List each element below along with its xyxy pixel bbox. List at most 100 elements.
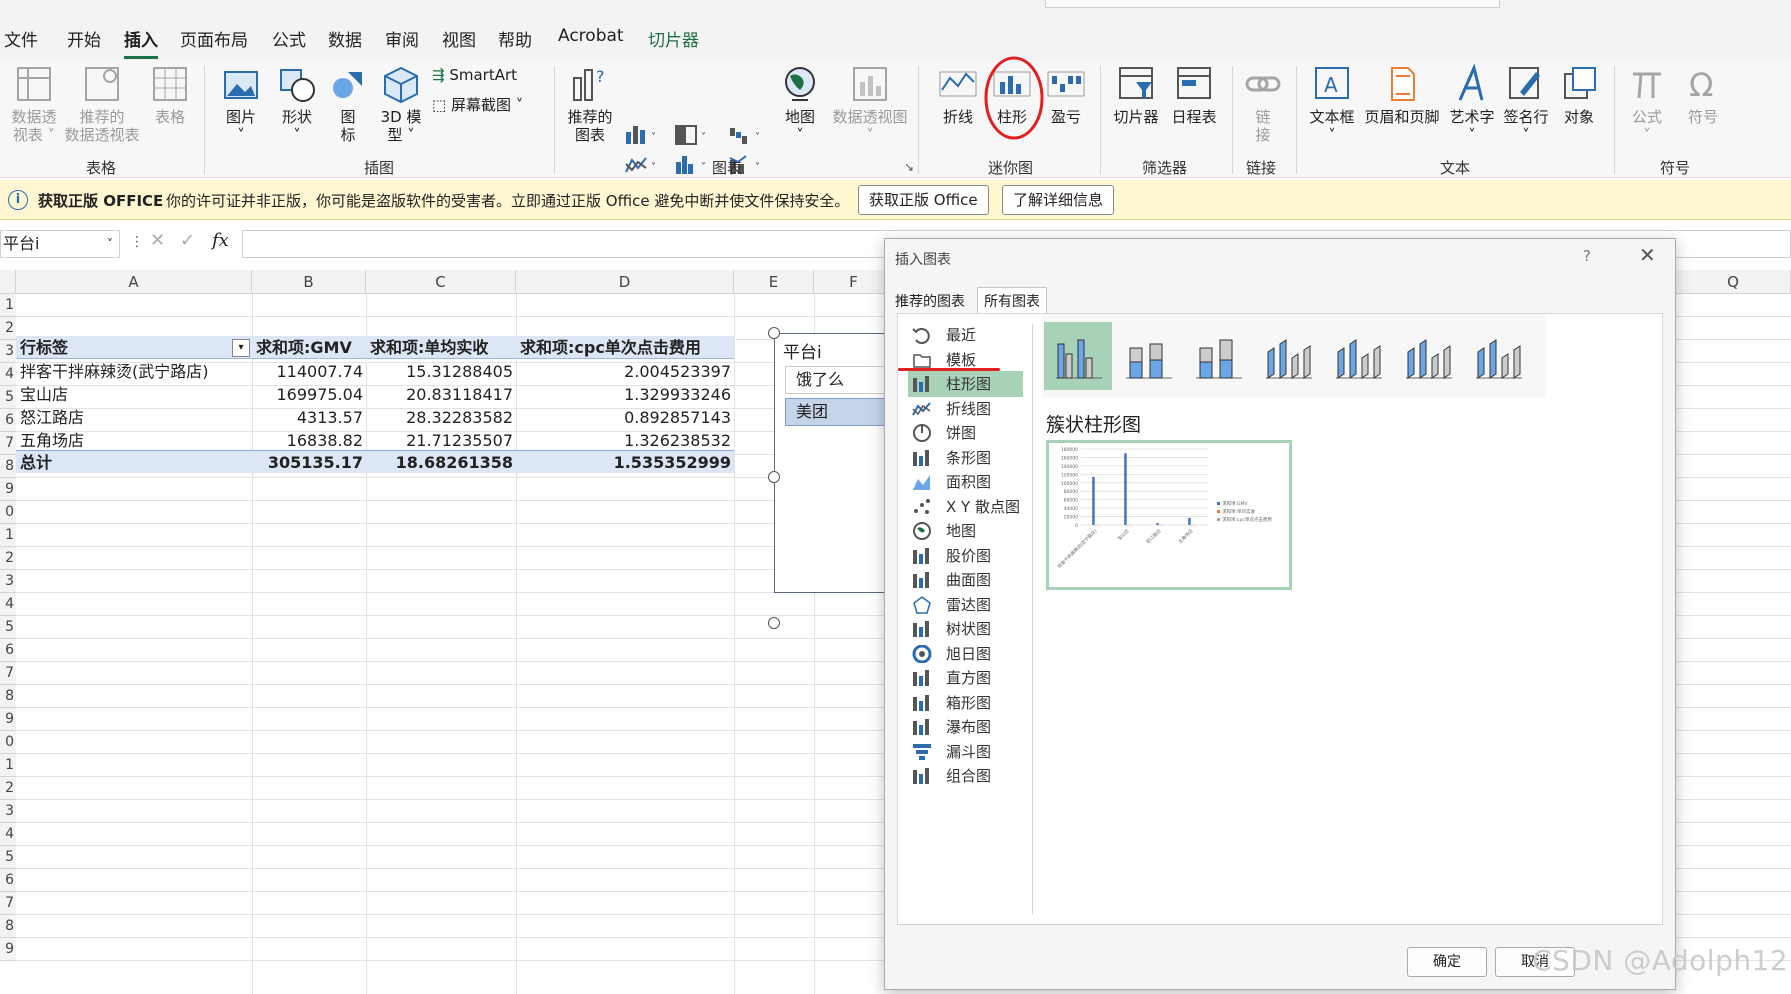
row-header[interactable]: 9 — [0, 938, 16, 961]
chart-category-item[interactable]: 树状图 — [908, 616, 1023, 642]
tab-page-layout[interactable]: 页面布局 — [180, 26, 248, 51]
close-icon[interactable]: ✕ — [1639, 243, 1656, 267]
row-header[interactable]: 8 — [0, 915, 16, 938]
subtype-3d-100-stacked-column-icon[interactable] — [1394, 322, 1462, 390]
resize-handle[interactable] — [768, 471, 780, 483]
column-header-q[interactable]: Q — [1676, 270, 1791, 294]
chevron-down-icon[interactable]: ˅ — [107, 231, 113, 257]
recommended-charts-button[interactable]: ? 推荐的图表 — [562, 64, 618, 144]
chart-category-item[interactable]: 饼图 — [908, 420, 1023, 446]
subtype-3d-clustered-column-icon[interactable] — [1254, 322, 1322, 390]
subtype-3d-stacked-column-icon[interactable] — [1324, 322, 1392, 390]
row-header[interactable]: 1 — [0, 754, 16, 777]
row-header[interactable]: 6 — [0, 409, 16, 432]
row-header[interactable]: 2 — [0, 317, 16, 340]
icons-button[interactable]: 图标 — [328, 64, 368, 144]
pivot-cell-gmv[interactable]: 4313.57 — [252, 406, 366, 429]
map-button[interactable]: 地图˅ — [776, 64, 824, 144]
pivot-cell-store[interactable]: 怒江路店 — [20, 406, 250, 429]
pivot-cell-cpc[interactable]: 2.004523397 — [516, 360, 734, 383]
tab-all-charts[interactable]: 所有图表 — [977, 287, 1047, 314]
column-header-c[interactable]: C — [366, 270, 516, 294]
symbol-button[interactable]: Ω 符号 — [1678, 64, 1728, 126]
pivot-cell-cpc[interactable]: 0.892857143 — [516, 406, 734, 429]
tab-formulas[interactable]: 公式 — [272, 26, 306, 51]
subtype-clustered-column-icon[interactable] — [1044, 322, 1112, 390]
equation-button[interactable]: 公式˅ — [1622, 64, 1672, 144]
row-header[interactable]: 0 — [0, 501, 16, 524]
chart-category-item[interactable]: 柱形图 — [908, 371, 1023, 397]
column-header-f[interactable]: F — [814, 270, 894, 294]
screenshot-button[interactable]: ⬚ 屏幕截图 ˅ — [432, 94, 523, 115]
pivot-cell-store[interactable]: 宝山店 — [20, 383, 250, 406]
chart-category-item[interactable]: 条形图 — [908, 445, 1023, 471]
hierarchy-chart-dropdown[interactable]: ˅ — [674, 124, 714, 150]
pivot-header-avg-revenue[interactable]: 求和项:单均实收 — [370, 336, 516, 359]
pivot-table-button[interactable]: 数据透视表 ˅ — [8, 64, 60, 144]
smartart-button[interactable]: ⇶ SmartArt — [432, 66, 517, 84]
column-header-d[interactable]: D — [516, 270, 734, 294]
object-button[interactable]: 对象 — [1556, 64, 1602, 126]
picture-button[interactable]: 图片˅ — [218, 64, 264, 144]
pivot-total-avg-revenue[interactable]: 18.68261358 — [366, 451, 516, 474]
row-header[interactable]: 7 — [0, 662, 16, 685]
filter-dropdown-icon[interactable]: ▾ — [232, 339, 250, 357]
pivot-cell-avg-revenue[interactable]: 28.32283582 — [366, 406, 516, 429]
chart-preview[interactable]: 1800001600001400001200001000008000060000… — [1046, 440, 1292, 590]
more-icon[interactable]: ⋮ — [130, 234, 144, 250]
column-chart-dropdown[interactable]: ˅ — [624, 124, 664, 150]
row-header[interactable]: 4 — [0, 823, 16, 846]
pivot-header-cpc[interactable]: 求和项:cpc单次点击费用 — [520, 336, 734, 359]
tab-review[interactable]: 审阅 — [385, 26, 419, 51]
pivot-cell-store[interactable]: 拌客干拌麻辣烫(武宁路店) — [20, 360, 250, 383]
row-header[interactable]: 0 — [0, 731, 16, 754]
cancel-icon[interactable]: ✕ — [150, 230, 165, 251]
chart-category-item[interactable]: 瀑布图 — [908, 714, 1023, 740]
column-header-e[interactable]: E — [734, 270, 814, 294]
tab-recommended-charts[interactable]: 推荐的图表 — [895, 291, 965, 311]
pivot-cell-gmv[interactable]: 114007.74 — [252, 360, 366, 383]
row-header[interactable]: 6 — [0, 869, 16, 892]
subtype-stacked-column-icon[interactable] — [1114, 322, 1182, 390]
chart-category-item[interactable]: 组合图 — [908, 763, 1023, 789]
chart-category-item[interactable]: 最近 — [908, 322, 1023, 348]
select-all-corner[interactable] — [0, 270, 16, 294]
row-header[interactable]: 5 — [0, 846, 16, 869]
timeline-button[interactable]: 日程表 — [1166, 64, 1222, 126]
row-header[interactable]: 3 — [0, 570, 16, 593]
pivot-cell-gmv[interactable]: 16838.82 — [252, 429, 366, 452]
tab-file[interactable]: 文件 — [4, 26, 38, 51]
row-header[interactable]: 2 — [0, 777, 16, 800]
textbox-button[interactable]: A 文本框˅ — [1304, 64, 1360, 144]
pivot-cell-avg-revenue[interactable]: 15.31288405 — [366, 360, 516, 383]
pivot-cell-cpc[interactable]: 1.326238532 — [516, 429, 734, 452]
row-header[interactable]: 3 — [0, 800, 16, 823]
pivot-total-label[interactable]: 总计 — [20, 451, 220, 474]
row-header[interactable]: 1 — [0, 294, 16, 317]
chart-category-item[interactable]: 直方图 — [908, 665, 1023, 691]
pivot-cell-avg-revenue[interactable]: 21.71235507 — [366, 429, 516, 452]
3d-models-button[interactable]: 3D 模型 ˅ — [378, 64, 424, 144]
waterfall-chart-dropdown[interactable]: ˅ — [728, 124, 768, 150]
row-header[interactable]: 9 — [0, 478, 16, 501]
row-header[interactable]: 6 — [0, 639, 16, 662]
chart-category-item[interactable]: 股价图 — [908, 543, 1023, 569]
row-header[interactable]: 4 — [0, 593, 16, 616]
pivot-cell-avg-revenue[interactable]: 20.83118417 — [366, 383, 516, 406]
row-header[interactable]: 8 — [0, 685, 16, 708]
name-box[interactable]: 平台i˅ — [0, 230, 120, 258]
resize-handle[interactable] — [768, 617, 780, 629]
chart-category-item[interactable]: 箱形图 — [908, 690, 1023, 716]
pivot-cell-gmv[interactable]: 169975.04 — [252, 383, 366, 406]
shapes-button[interactable]: 形状˅ — [274, 64, 320, 144]
tab-view[interactable]: 视图 — [442, 26, 476, 51]
header-footer-button[interactable]: 页眉和页脚 — [1362, 64, 1442, 126]
column-header-b[interactable]: B — [252, 270, 366, 294]
tab-home[interactable]: 开始 — [67, 26, 101, 51]
statistic-chart-dropdown[interactable]: ˅ — [674, 154, 714, 180]
resize-handle[interactable] — [768, 327, 780, 339]
recommended-pivot-button[interactable]: 推荐的数据透视表 — [62, 64, 142, 144]
signature-line-button[interactable]: 签名行˅ — [1500, 64, 1552, 144]
link-button[interactable]: 链接 — [1240, 64, 1286, 144]
pivot-total-cpc[interactable]: 1.535352999 — [516, 451, 734, 474]
